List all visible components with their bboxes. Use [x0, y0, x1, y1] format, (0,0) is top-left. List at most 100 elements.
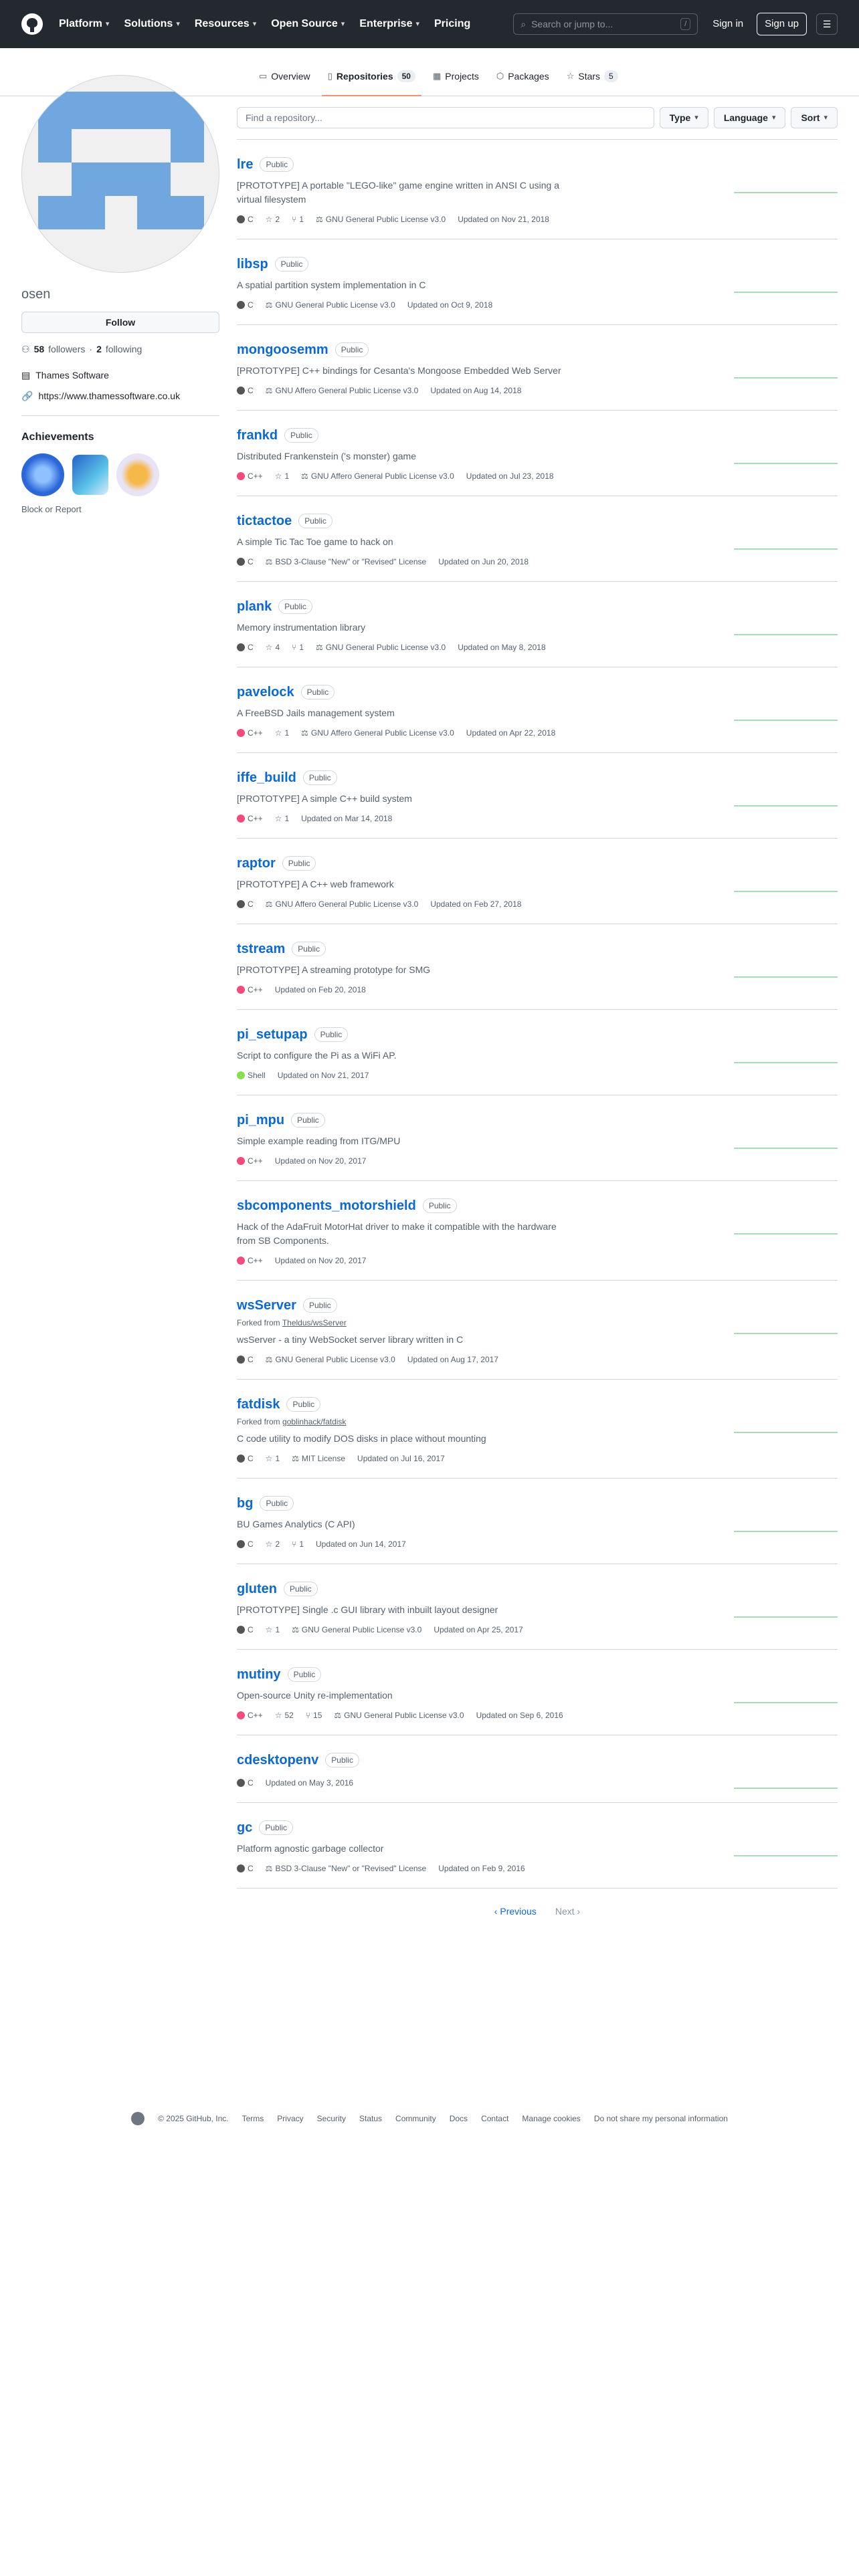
achievement-badge[interactable]: [116, 453, 159, 496]
repo-name-link[interactable]: pavelock: [237, 682, 294, 702]
divider: [21, 415, 219, 416]
repo-name-link[interactable]: fatdisk: [237, 1394, 280, 1414]
forked-from-link[interactable]: Theldus/wsServer: [282, 1318, 347, 1327]
repo-title-row: fatdisk Public: [237, 1394, 838, 1414]
stargazers-link[interactable]: ☆ 2: [266, 213, 280, 225]
language-name: C++: [248, 471, 263, 481]
language-color-dot: [237, 1455, 245, 1463]
language-color-dot: [237, 215, 245, 223]
activity-sparkline: [734, 548, 838, 550]
search-input[interactable]: ⌕ Search or jump to... /: [513, 13, 698, 35]
repo-meta: C ⚖ BSD 3-Clause "New" or "Revised" Licens…: [237, 556, 838, 568]
github-mark-icon[interactable]: [131, 2112, 145, 2125]
tab-overview[interactable]: ▭ Overview: [253, 64, 316, 88]
github-logo-icon[interactable]: [21, 13, 43, 35]
repo-name-link[interactable]: frankd: [237, 425, 278, 445]
stargazers-link[interactable]: ☆ 52: [275, 1709, 294, 1721]
tab-repositories[interactable]: ▯ Repositories 50: [321, 64, 422, 96]
repo-name-link[interactable]: wsServer: [237, 1295, 296, 1315]
footer-community[interactable]: Community: [395, 2113, 436, 2125]
language-color-dot: [237, 900, 245, 908]
achievement-badge[interactable]: [21, 453, 64, 496]
nav-pricing[interactable]: Pricing: [434, 16, 470, 32]
type-filter-button[interactable]: Type ▾: [659, 107, 708, 128]
repo-name-link[interactable]: libsp: [237, 254, 268, 274]
nav-resources[interactable]: Resources ▾: [195, 16, 256, 32]
footer-contact[interactable]: Contact: [481, 2113, 508, 2125]
find-repository-input[interactable]: Find a repository...: [237, 107, 654, 128]
follow-button[interactable]: Follow: [21, 312, 219, 333]
nav-solutions[interactable]: Solutions ▾: [124, 16, 179, 32]
nav-enterprise[interactable]: Enterprise ▾: [359, 16, 419, 32]
footer-security[interactable]: Security: [317, 2113, 346, 2125]
forks-link[interactable]: ⑂ 1: [292, 213, 304, 225]
sign-up-button[interactable]: Sign up: [757, 12, 807, 36]
achievement-badge[interactable]: [72, 455, 108, 495]
previous-page-link[interactable]: ‹ Previous: [494, 1905, 537, 1919]
repo-name-link[interactable]: mutiny: [237, 1665, 281, 1685]
avatar[interactable]: [21, 75, 219, 273]
language-filter-button[interactable]: Language ▾: [713, 107, 786, 128]
stargazers-link[interactable]: ☆ 1: [275, 470, 289, 482]
repo-license: ⚖ GNU Affero General Public License v3.0: [266, 385, 419, 397]
tab-stars[interactable]: ☆ Stars 5: [561, 64, 624, 88]
language-name: C: [248, 1625, 254, 1634]
repo-description: [PROTOTYPE] A portable "LEGO-like" game …: [237, 180, 560, 205]
following-count[interactable]: 2: [96, 342, 102, 356]
stargazers-link[interactable]: ☆ 1: [275, 813, 289, 825]
followers-count[interactable]: 58: [34, 342, 45, 356]
repo-description: Open-source Unity re-implementation: [237, 1690, 393, 1701]
forks-link[interactable]: ⑂ 1: [292, 641, 304, 653]
repo-name-link[interactable]: tstream: [237, 939, 285, 959]
nav-platform[interactable]: Platform ▾: [59, 16, 109, 32]
footer-do-not-share[interactable]: Do not share my personal information: [594, 2113, 728, 2125]
footer-privacy[interactable]: Privacy: [277, 2113, 303, 2125]
achievement-badges: [21, 453, 221, 496]
sign-in-link[interactable]: Sign in: [712, 17, 743, 32]
repo-name-link[interactable]: bg: [237, 1493, 253, 1513]
tab-packages[interactable]: ⬡ Packages: [490, 64, 555, 88]
footer-status[interactable]: Status: [359, 2113, 382, 2125]
license-name: GNU General Public License v3.0: [275, 300, 395, 310]
block-or-report-link[interactable]: Block or Report: [21, 503, 221, 516]
forks-link[interactable]: ⑂ 1: [292, 1538, 304, 1550]
repo-name-link[interactable]: raptor: [237, 853, 276, 873]
nav-open-source[interactable]: Open Source ▾: [271, 16, 345, 32]
website-link[interactable]: 🔗 https://www.thamessoftware.co.uk: [21, 389, 221, 403]
activity-sparkline: [734, 720, 838, 721]
repo-name-link[interactable]: iffe_build: [237, 768, 296, 788]
repo-meta: Shell Updated on Nov 21, 2017: [237, 1069, 838, 1081]
repo-description: [PROTOTYPE] A C++ web framework: [237, 879, 394, 889]
repo-title-row: tstream Public: [237, 939, 838, 959]
repo-name-link[interactable]: pi_setupap: [237, 1025, 308, 1045]
language-color-dot: [237, 1157, 245, 1165]
footer-terms[interactable]: Terms: [242, 2113, 264, 2125]
sort-button[interactable]: Sort ▾: [791, 107, 838, 128]
stargazers-link[interactable]: ☆ 4: [266, 641, 280, 653]
repo-name-link[interactable]: pi_mpu: [237, 1110, 284, 1130]
forked-from-link[interactable]: goblinhack/fatdisk: [282, 1417, 346, 1426]
repo-name-link[interactable]: mongoosemm: [237, 340, 328, 360]
forks-link[interactable]: ⑂ 15: [306, 1709, 322, 1721]
footer-manage-cookies[interactable]: Manage cookies: [522, 2113, 580, 2125]
repo-title-row: mutiny Public: [237, 1665, 838, 1685]
repo-name-link[interactable]: lre: [237, 154, 253, 175]
repo-name-link[interactable]: gc: [237, 1818, 252, 1838]
repo-name-link[interactable]: gluten: [237, 1579, 277, 1599]
repo-name-link[interactable]: sbcomponents_motorshield: [237, 1196, 416, 1216]
stargazers-link[interactable]: ☆ 1: [266, 1453, 280, 1465]
repo-description: A FreeBSD Jails management system: [237, 708, 395, 718]
tab-projects[interactable]: ▦ Projects: [427, 64, 485, 88]
menu-icon[interactable]: ☰: [816, 13, 838, 35]
repo-name-link[interactable]: plank: [237, 597, 272, 617]
stargazers-link[interactable]: ☆ 1: [275, 727, 289, 739]
stargazers-link[interactable]: ☆ 2: [266, 1538, 280, 1550]
repo-name-link[interactable]: tictactoe: [237, 511, 292, 531]
search-shortcut-key: /: [680, 18, 691, 30]
stargazers-link[interactable]: ☆ 1: [266, 1624, 280, 1636]
activity-sparkline: [734, 976, 838, 978]
repo-language: C++: [237, 984, 263, 996]
forks-count: 1: [299, 1539, 304, 1549]
repo-name-link[interactable]: cdesktopenv: [237, 1750, 318, 1770]
footer-docs[interactable]: Docs: [450, 2113, 468, 2125]
